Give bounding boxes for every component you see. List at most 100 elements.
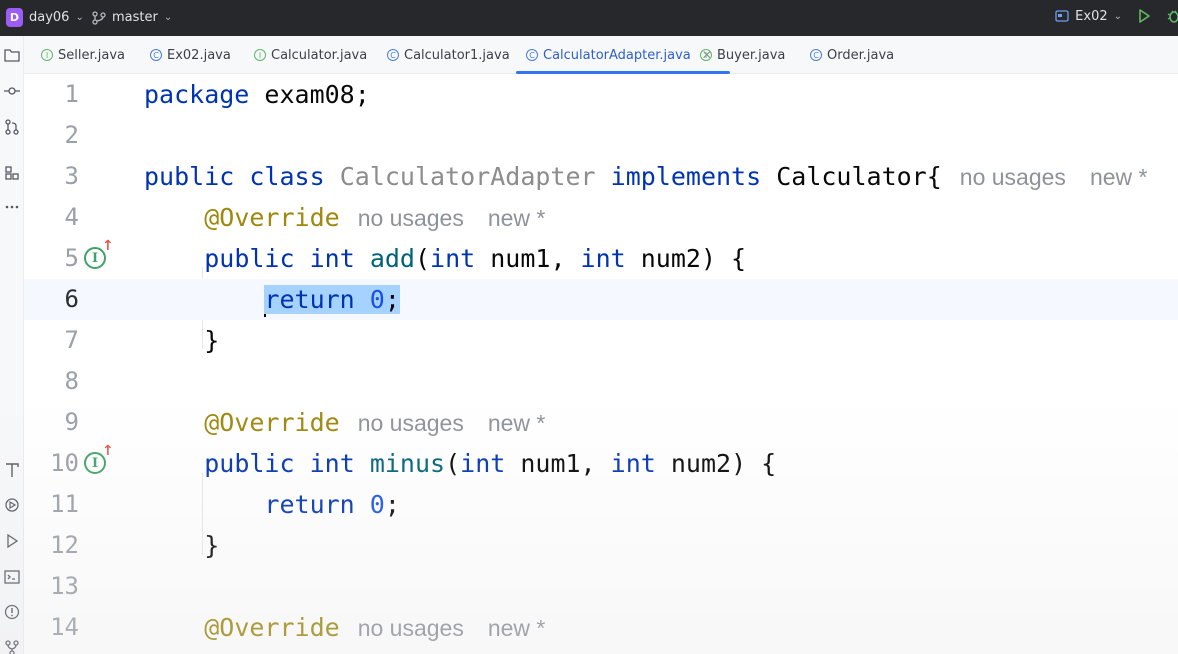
format-icon[interactable] [3,461,21,479]
terminal-icon[interactable] [3,568,21,586]
line-number: 1 [64,80,79,108]
structure-icon[interactable] [3,164,21,182]
code-line: 13 [24,566,1178,607]
tab-calculator1-java[interactable]: C Calculator1.java [387,36,510,74]
code-text: ( [414,244,431,273]
chevron-down-icon: ⌄ [75,12,84,23]
annotation: @Override [204,203,340,232]
author-hint[interactable]: new * [488,615,546,641]
tab-seller-java[interactable]: I Seller.java [41,36,125,74]
run-tool-icon[interactable] [3,532,21,550]
keyword: implements [610,162,762,191]
line-number: 6 [64,285,79,313]
class-icon: C [526,49,538,61]
tab-label: Buyer.java [717,47,786,63]
tab-label: Order.java [827,47,895,63]
code-text: num1, [475,244,581,273]
problems-icon[interactable] [3,603,21,621]
code-line: 3 public class CalculatorAdapter impleme… [24,156,1178,197]
code-text: num1, [505,449,611,478]
pull-requests-icon[interactable] [3,118,21,136]
tab-calculator-java[interactable]: I Calculator.java [254,36,367,74]
run-config-selector[interactable]: Ex02 ⌄ [1055,9,1122,24]
code-line: 2 [24,115,1178,156]
tab-label: CalculatorAdapter.java [543,47,691,63]
more-tools-icon[interactable] [3,198,21,216]
code-line: 11 return 0; [24,484,1178,525]
author-hint[interactable]: new * [488,205,546,231]
git-branch-icon [92,10,106,25]
number-literal: 0 [369,285,385,314]
line-number: 4 [64,203,79,231]
commit-icon[interactable] [3,82,21,100]
interface-icon: I [41,49,53,61]
run-config-icon [1055,10,1069,22]
title-bar: D day06 ⌄ master ⌄ Ex02 ⌄ [0,0,1178,36]
version-control-icon[interactable] [3,639,21,654]
tab-buyer-java[interactable]: I Buyer.java [700,36,785,74]
keyword: public [144,162,235,191]
line-number: 2 [64,121,79,149]
method-name: minus [369,449,446,478]
branch-name: master [112,10,158,25]
code-text: ; [384,490,400,519]
line-number: 8 [64,367,79,395]
tool-window-strip [0,36,24,654]
code-text: } [204,326,220,355]
keyword: public [204,244,295,273]
tab-label: Ex02.java [167,47,231,63]
run-icon[interactable] [1136,8,1152,24]
tab-ex02-java[interactable]: C Ex02.java [150,36,231,74]
line-number: 9 [64,408,79,436]
code-line: 10 I ↑ public int minus(int num1, int nu… [24,443,1178,484]
line-number: 10 [50,449,79,477]
debug-icon[interactable] [1166,8,1178,24]
class-icon: C [387,49,399,61]
code-line: 12 } [24,525,1178,566]
line-number: 12 [50,531,79,559]
line-number: 11 [50,490,79,518]
keyword: int [460,449,506,478]
keyword: int [610,449,656,478]
keyword: return [264,490,355,519]
number-literal: 0 [369,490,385,519]
author-hint[interactable]: new * [488,410,546,436]
keyword: return [264,285,355,314]
tab-calculatoradapter-java[interactable]: C CalculatorAdapter.java ✕ [516,36,730,74]
class-run-icon: C [150,49,162,61]
branch-selector[interactable]: master ⌄ [92,10,172,25]
project-name: day06 [29,10,70,25]
usages-hint[interactable]: no usages [358,410,464,436]
code-text: exam08; [249,80,370,109]
code-line: 1 package exam08; [24,74,1178,115]
annotation: @Override [204,408,340,437]
arrow-up-icon: ↑ [102,443,114,459]
services-icon[interactable] [3,496,21,514]
author-hint[interactable]: new * [1090,164,1148,190]
keyword: int [580,244,626,273]
line-number: 7 [64,326,79,354]
usages-hint[interactable]: no usages [358,615,464,641]
editor-tab-bar: I Seller.java C Ex02.java I Calculator.j… [24,36,1178,74]
code-line: 7 } [24,320,1178,361]
code-text: } [204,531,220,560]
tab-order-java[interactable]: C Order.java [810,36,894,74]
method-name: add [369,244,415,273]
code-line: 9 @Override no usages new * [24,402,1178,443]
usages-hint[interactable]: no usages [358,205,464,231]
project-folder-icon[interactable] [3,46,21,64]
project-selector[interactable]: D day06 ⌄ [6,8,84,27]
arrow-up-icon: ↑ [102,238,114,254]
code-line-current: 6 return 0; [24,279,1178,320]
usages-hint[interactable]: no usages [960,164,1066,190]
selected-text: return 0; [264,285,400,314]
tab-label: Calculator.java [271,47,368,63]
annotation: @Override [204,613,340,642]
keyword: int [430,244,476,273]
code-editor[interactable]: 1 package exam08; 2 3 public class Calcu… [24,74,1178,654]
keyword: class [249,162,325,191]
keyword: public [204,449,295,478]
line-number: 3 [64,162,79,190]
code-text: num2) { [625,244,747,273]
interface-icon: I [254,49,266,61]
